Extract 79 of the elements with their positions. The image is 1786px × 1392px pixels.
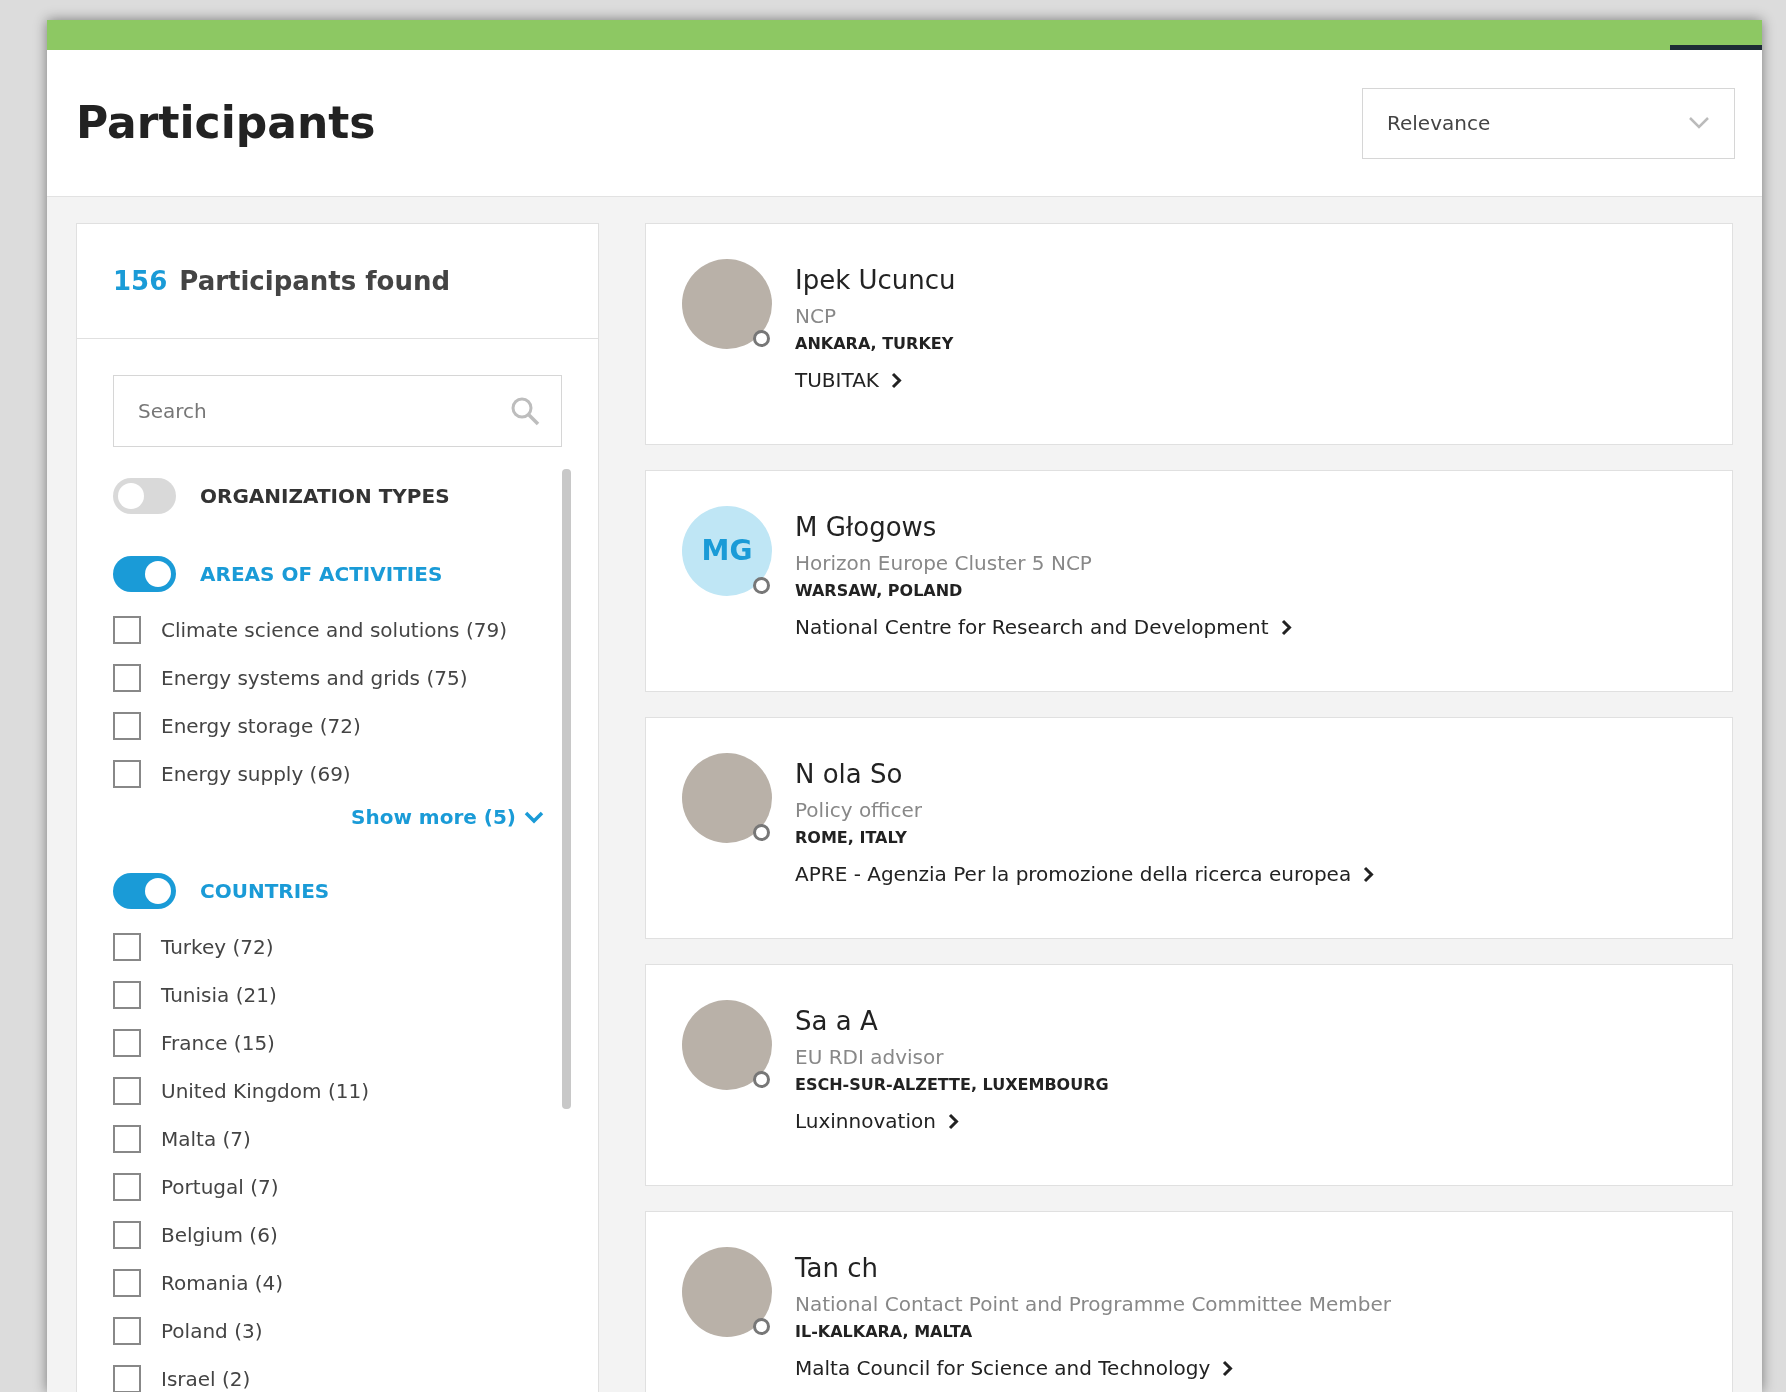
- result-count: 156: [113, 264, 168, 298]
- participant-card[interactable]: N ola So Policy officer ROME, ITALY APRE - Agenzia Per la promozione della ricerca europea: [645, 717, 1733, 939]
- scrollbar[interactable]: [562, 469, 571, 1109]
- participant-card[interactable]: Ipek Ucuncu NCP ANKARA, TURKEY TUBITAK: [645, 223, 1733, 445]
- checkbox[interactable]: [113, 1317, 141, 1345]
- filter-group-label: COUNTRIES: [200, 878, 330, 905]
- participant-name: N ola So: [795, 758, 904, 791]
- checkbox[interactable]: [113, 616, 141, 644]
- participant-card[interactable]: Sa a A EU RDI advisor ESCH-SUR-ALZETTE, LUXEMBOURG Luxinnovation: [645, 964, 1733, 1186]
- chevron-right-icon: [1280, 618, 1292, 636]
- organization-link[interactable]: Malta Council for Science and Technology: [795, 1353, 1392, 1383]
- participant-location: IL-KALKARA, MALTA: [795, 1321, 974, 1343]
- checkbox[interactable]: [113, 1173, 141, 1201]
- participant-name: M Głogows: [795, 511, 938, 544]
- filter-option-label: Romania (4): [161, 1270, 284, 1297]
- participant-role: National Contact Point and Programme Committee Member: [795, 1291, 1392, 1318]
- filter-option-label: Energy systems and grids (75): [161, 665, 468, 692]
- participant-card[interactable]: MG M Głogows Horizon Europe Cluster 5 NCP WARSAW, POLAND National Centre for Research and Development: [645, 470, 1733, 692]
- toggle-switch[interactable]: [113, 478, 176, 514]
- checkbox[interactable]: [113, 1077, 141, 1105]
- filter-group-label: AREAS OF ACTIVITIES: [200, 561, 443, 588]
- filter-option-label: Portugal (7): [161, 1174, 279, 1201]
- filter-option-label: Energy storage (72): [161, 713, 361, 740]
- participant-role: Horizon Europe Cluster 5 NCP: [795, 550, 1093, 577]
- participant-name: Ipek Ucuncu: [795, 264, 956, 297]
- checkbox[interactable]: [113, 760, 141, 788]
- chevron-down-icon: [1688, 116, 1710, 130]
- filter-option-label: Energy supply (69): [161, 761, 351, 788]
- filter-option-label: Poland (3): [161, 1318, 263, 1345]
- participant-role: Policy officer: [795, 797, 923, 824]
- participant-location: ANKARA, TURKEY: [795, 333, 955, 355]
- participant-role: EU RDI advisor: [795, 1044, 945, 1071]
- organization-link[interactable]: Luxinnovation: [795, 1106, 1109, 1136]
- status-indicator: [753, 577, 770, 594]
- checkbox[interactable]: [113, 981, 141, 1009]
- chevron-down-icon: [524, 810, 544, 824]
- checkbox[interactable]: [113, 1365, 141, 1392]
- organization-link[interactable]: TUBITAK: [795, 365, 956, 395]
- toggle-switch[interactable]: [113, 873, 176, 909]
- chevron-right-icon: [947, 1112, 959, 1130]
- participant-location: ROME, ITALY: [795, 827, 908, 849]
- filter-option-label: Turkey (72): [161, 934, 274, 961]
- checkbox[interactable]: [113, 1221, 141, 1249]
- chevron-right-icon: [1222, 1359, 1234, 1377]
- participant-role: NCP: [795, 303, 837, 330]
- organization-link[interactable]: National Centre for Research and Development: [795, 612, 1292, 642]
- participant-location: WARSAW, POLAND: [795, 580, 964, 602]
- filter-option-label: France (15): [161, 1030, 275, 1057]
- status-indicator: [753, 824, 770, 841]
- status-indicator: [753, 1318, 770, 1335]
- page-title: Participants: [76, 96, 376, 150]
- participant-card[interactable]: Tan ch National Contact Point and Programme Committee Member IL-KALKARA, MALTA Malta Council for Science and Technology: [645, 1211, 1733, 1392]
- checkbox[interactable]: [113, 1125, 141, 1153]
- chevron-right-icon: [890, 371, 902, 389]
- filter-group-label: ORGANIZATION TYPES: [200, 483, 450, 510]
- checkbox[interactable]: [113, 664, 141, 692]
- filter-option-label: Climate science and solutions (79): [161, 617, 507, 644]
- sort-dropdown[interactable]: Relevance: [1362, 87, 1735, 159]
- filter-option-label: Malta (7): [161, 1126, 251, 1153]
- participant-name: Sa a A: [795, 1005, 879, 1038]
- checkbox[interactable]: [113, 933, 141, 961]
- checkbox[interactable]: [113, 1029, 141, 1057]
- toggle-switch[interactable]: [113, 556, 176, 592]
- status-indicator: [753, 330, 770, 347]
- result-label: Participants found: [179, 264, 451, 298]
- filter-option-label: United Kingdom (11): [161, 1078, 369, 1105]
- filter-option-label: Israel (2): [161, 1366, 251, 1392]
- checkbox[interactable]: [113, 1269, 141, 1297]
- search-icon: [510, 396, 540, 426]
- participant-location: ESCH-SUR-ALZETTE, LUXEMBOURG: [795, 1074, 1109, 1096]
- participant-name: Tan ch: [795, 1252, 880, 1285]
- search-field[interactable]: Search: [113, 375, 562, 447]
- filter-option-label: Belgium (6): [161, 1222, 278, 1249]
- filter-option-label: Tunisia (21): [161, 982, 277, 1009]
- organization-link[interactable]: APRE - Agenzia Per la promozione della ricerca europea: [795, 859, 1375, 889]
- checkbox[interactable]: [113, 712, 141, 740]
- initials-avatar: MG: [682, 506, 772, 596]
- status-indicator: [753, 1071, 770, 1088]
- chevron-right-icon: [1363, 865, 1375, 883]
